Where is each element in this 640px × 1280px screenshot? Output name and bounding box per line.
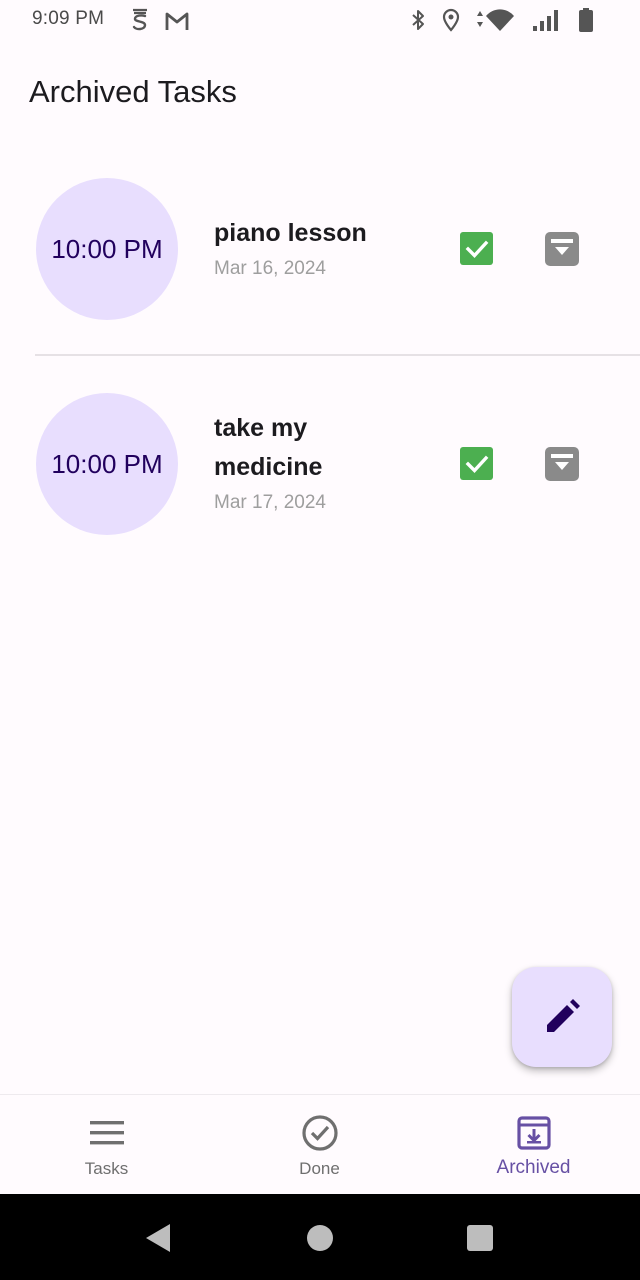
task-title: piano lesson (214, 219, 367, 247)
nav-label: Tasks (84, 1159, 129, 1178)
nav-item-archived[interactable]: Archived (427, 1095, 640, 1195)
unarchive-icon (551, 239, 573, 255)
bottom-navigation: Tasks Done Archived (0, 1094, 640, 1195)
edit-pencil-icon (547, 999, 580, 1032)
archive-button[interactable] (545, 447, 579, 481)
archive-icon (514, 1113, 554, 1153)
nav-label: Archived (496, 1157, 571, 1178)
task-time-circle: 10:00 PM (36, 393, 178, 535)
status-left-icons (130, 8, 190, 39)
nav-label: Done (299, 1159, 340, 1178)
unarchive-icon (551, 454, 573, 470)
system-navigation-bar (0, 1194, 640, 1280)
bluetooth-icon (410, 8, 426, 37)
divider (35, 354, 640, 356)
nav-item-tasks[interactable]: Tasks (0, 1095, 213, 1195)
gmail-icon (164, 10, 190, 37)
battery-icon (578, 7, 594, 38)
menu-icon (87, 1113, 127, 1153)
location-icon (442, 8, 460, 37)
recents-icon[interactable] (467, 1225, 493, 1251)
done-checkbox[interactable] (460, 447, 493, 480)
signal-icon (532, 8, 562, 37)
task-date: Mar 17, 2024 (214, 492, 326, 513)
back-icon[interactable] (146, 1224, 170, 1252)
task-time-circle: 10:00 PM (36, 178, 178, 320)
status-right-icons (410, 7, 594, 38)
done-checkbox[interactable] (460, 232, 493, 265)
status-bar: 9:09 PM (0, 0, 640, 44)
page-title: Archived Tasks (29, 74, 237, 109)
task-date: Mar 16, 2024 (214, 258, 326, 279)
home-icon[interactable] (307, 1225, 333, 1251)
check-icon (465, 455, 488, 473)
wifi-icon (476, 8, 516, 37)
task-title: take my medicine (214, 414, 323, 481)
archive-button[interactable] (545, 232, 579, 266)
check-circle-icon (300, 1113, 340, 1153)
status-time: 9:09 PM (32, 8, 105, 29)
sim-s-icon (130, 8, 150, 39)
nav-item-done[interactable]: Done (213, 1095, 426, 1195)
check-icon (465, 240, 488, 258)
edit-fab-button[interactable] (512, 967, 612, 1067)
